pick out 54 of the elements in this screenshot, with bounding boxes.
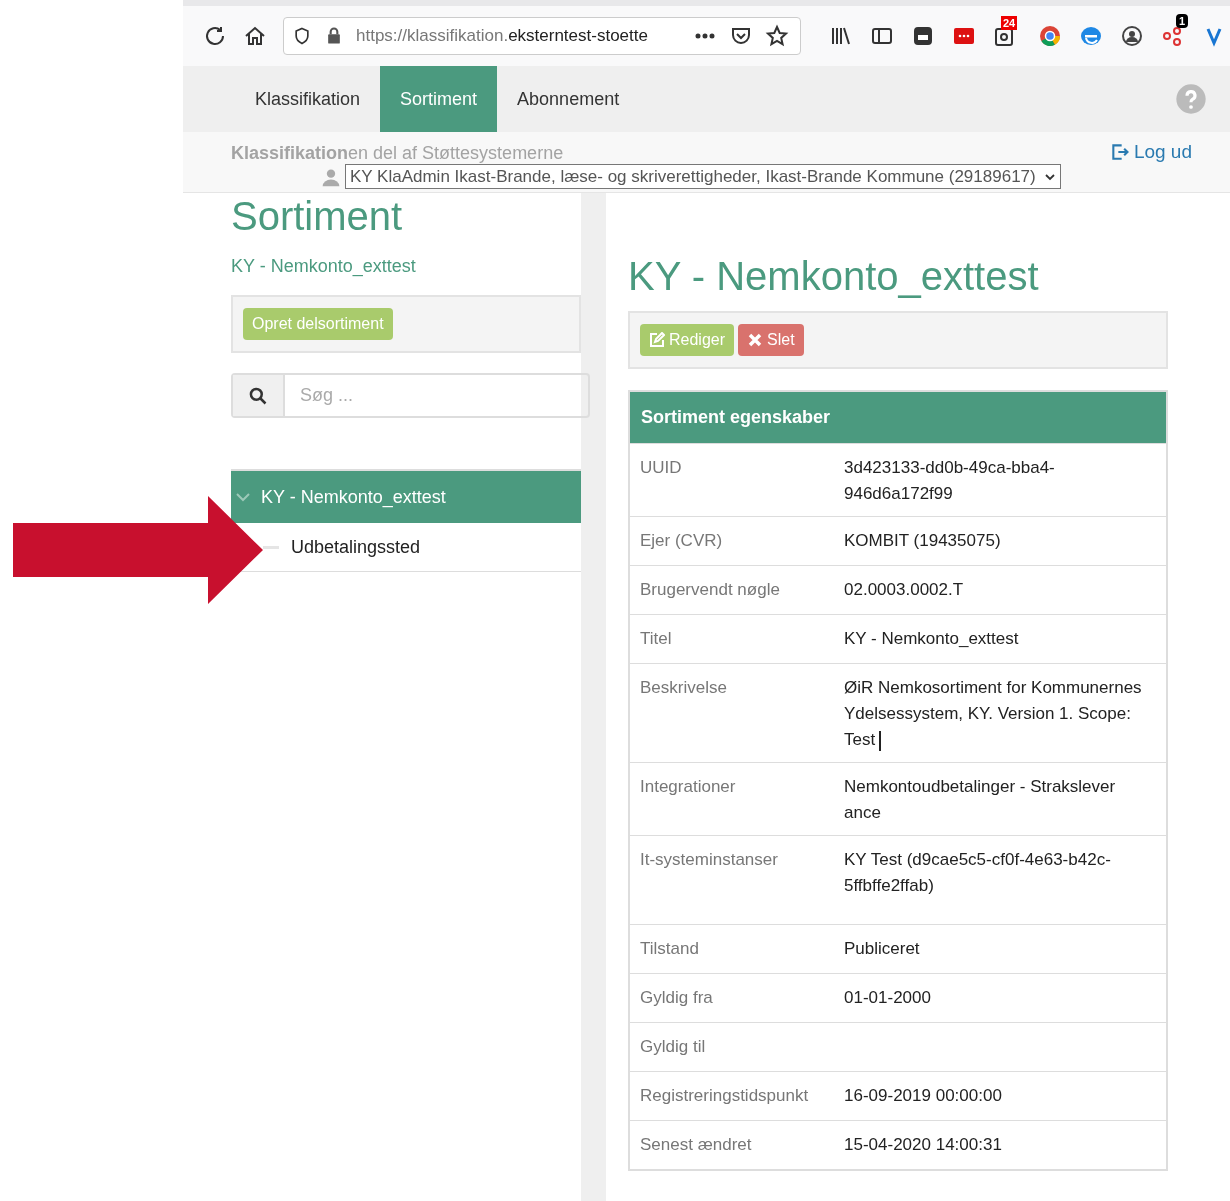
star-icon[interactable] (765, 24, 789, 48)
search-bar[interactable]: Søg ... (231, 373, 590, 418)
home-icon[interactable] (243, 24, 267, 48)
property-value: 16-09-2019 00:00:00 (844, 1085, 1003, 1107)
url-text: https://klassifikation.eksterntest-stoette (356, 25, 649, 48)
property-label: Gyldig til (639, 1036, 707, 1058)
property-label: Gyldig fra (639, 987, 714, 1009)
logout-link[interactable]: Log ud (1109, 138, 1192, 167)
reload-icon[interactable] (203, 24, 227, 48)
sidebar-subtitle: KY - Nemkonto_exttest (231, 255, 417, 279)
property-label: Ejer (CVR) (639, 530, 724, 552)
detail-title: KY - Nemkonto_exttest (628, 253, 1040, 299)
notification-badge: 1 (1176, 14, 1189, 28)
property-value: KY Test (d9cae5c5-cf0f-4e63-b42c-5ffbffe2ffab) (844, 849, 1112, 897)
chrome-icon[interactable] (1038, 24, 1062, 48)
property-label: Tilstand (639, 938, 700, 960)
property-value: ØiR Nemkosortiment for Kommunernes Ydelsessystem, KY. Version 1. Scope: Test (844, 677, 1143, 753)
property-value: 02.0003.0002.T (844, 579, 965, 601)
property-value: KY - Nemkonto_exttest (844, 628, 1020, 650)
nav-tab[interactable]: Abonnement (497, 66, 640, 132)
close-icon (747, 332, 764, 348)
app-title: Klassifikationen del af Støttesystemerne (231, 142, 564, 165)
property-label: Registreringstidspunkt (639, 1085, 810, 1107)
property-label: UUID (639, 457, 683, 479)
panel-header: Sortiment egenskaber (630, 392, 1166, 443)
delete-button[interactable]: Slet (738, 324, 804, 356)
edit-icon (649, 332, 665, 348)
role-select[interactable]: KY KlaAdmin Ikast-Brande, læse- og skriverettigheder, Ikast-Brande Kommune (29189617) (345, 164, 1061, 189)
wallet-icon[interactable] (911, 24, 935, 48)
nav-tab[interactable]: Klassifikation (235, 66, 381, 132)
property-value: 15-04-2020 14:00:31 (844, 1134, 1003, 1156)
account-icon[interactable] (1120, 24, 1144, 48)
tree-item[interactable]: KY - Nemkonto_exttest (231, 471, 581, 523)
property-value: 01-01-2000 (844, 987, 932, 1009)
sidebar-title: Sortiment (231, 194, 404, 238)
property-label: Integrationer (639, 776, 737, 798)
address-bar[interactable]: https://klassifikation.eksterntest-stoette (283, 17, 801, 55)
property-label: Senest ændret (639, 1134, 753, 1156)
property-label: Titel (639, 628, 673, 650)
nav-tab[interactable]: Sortiment (380, 66, 498, 132)
logout-icon (1109, 142, 1130, 163)
property-label: Brugervendt nøgle (639, 579, 781, 601)
property-value: Publiceret (844, 938, 921, 960)
browser-e-icon[interactable] (1079, 24, 1103, 48)
property-value: KOMBIT (19435075) (844, 530, 1002, 552)
shield-icon[interactable] (292, 26, 312, 46)
tree-item[interactable]: Udbetalingssted (291, 533, 421, 561)
property-label: It-systeminstanser (639, 849, 779, 871)
property-label: Beskrivelse (639, 677, 728, 699)
notification-badge: 24 (1001, 16, 1018, 30)
search-icon (248, 385, 268, 406)
search-field[interactable]: Søg ... (285, 375, 588, 416)
property-value: 3d423133-dd0b-49ca-bba4-946d6a172f99 (844, 457, 1056, 505)
property-value: Nemkontoudbetalinger - Strakslever ance (844, 776, 1117, 824)
